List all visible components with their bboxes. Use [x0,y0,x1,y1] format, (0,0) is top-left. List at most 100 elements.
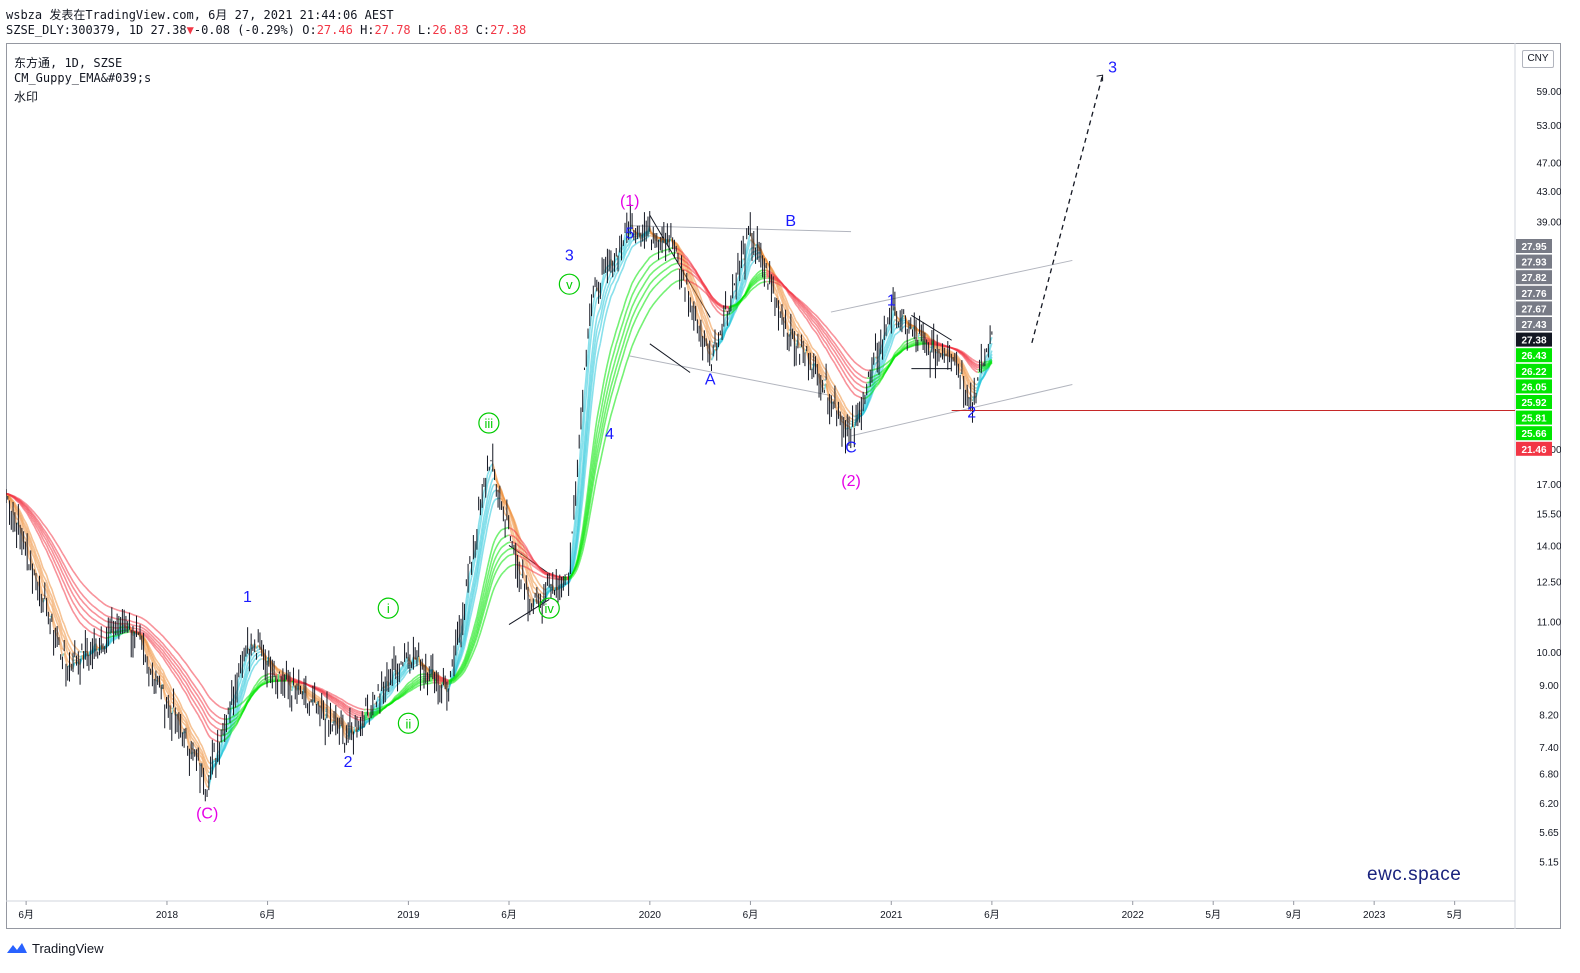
ema-segment [631,245,635,248]
ema-segment [88,630,92,633]
ema-segment [608,375,612,384]
ema-segment [894,350,898,354]
ema-segment [497,531,501,535]
ema-segment [499,538,503,542]
ema-segment [701,320,706,326]
price-chart[interactable]: (C)12iiiiiiivv345(1)ABC(2)123 5.155.656.… [6,43,1561,929]
ema-segment [633,276,637,281]
ema-segment [81,615,85,619]
ema-segment [853,386,857,390]
ema-segment [592,306,596,320]
ema-segment [179,684,184,689]
ema-segment [619,263,623,268]
ema-segment [157,644,160,648]
ema-segment [257,678,261,682]
ema-segment [606,370,610,379]
ema-segment [647,274,651,279]
ema-segment [488,562,492,570]
ema-segment [636,270,640,275]
ema-segment [620,267,624,272]
publisher-line: wsbza 发表在TradingView.com, 6月 27, 2021 21… [6,8,394,22]
ema-segment [213,725,217,729]
ema-segment [629,294,633,301]
ema-segment [54,570,58,576]
ema-segment [633,287,637,293]
ema-segment [68,603,72,609]
ema-segment [707,336,711,341]
ema-segment [596,334,600,344]
ema-segment [490,555,494,563]
ema-segment [171,666,175,670]
ema-segment [982,369,986,372]
ema-segment [181,677,185,681]
ema-segment [204,721,208,726]
ema-segment [405,682,409,686]
ema-segment [596,323,600,331]
ema-segment [834,363,838,368]
ema-segment [830,389,834,393]
ema-segment [195,711,199,716]
ema-segment [636,292,640,297]
ema-segment [416,676,420,680]
open-value: 27.46 [316,23,353,37]
ema-segment [204,714,208,719]
ema-segment [56,567,60,572]
ema-segment [174,671,178,675]
ema-segment [183,723,187,727]
ema-segment [712,305,716,309]
ema-segment [143,630,146,633]
ema-segment [63,575,67,581]
ema-segment [629,282,633,289]
ema-segment [615,271,619,275]
ema-segment [67,600,71,605]
ema-segment [874,382,878,386]
ema-segment [719,313,723,316]
ema-segment [254,663,257,667]
ema-segment [613,274,617,280]
ema-segment [610,356,614,364]
ema-segment [650,271,654,275]
ema-segment [183,690,187,694]
ema-segment [160,654,164,658]
ema-segment [703,307,707,313]
ema-segment [814,326,818,331]
ema-segment [204,781,208,788]
ema-segment [54,599,58,606]
ema-segment [150,636,153,640]
ema-segment [837,362,841,367]
ema-segment [483,536,487,546]
ema-segment [603,372,607,382]
ema-segment [353,728,356,731]
ema-segment [72,602,76,606]
ema-segment [791,312,796,318]
low-label: L: [417,23,433,37]
ema-segment [194,741,198,746]
ema-segment [356,713,360,716]
ema-segment [597,400,602,411]
ema-segment [63,623,67,630]
ema-segment [846,377,850,381]
ema-segment [716,305,720,309]
ema-segment [74,596,78,601]
ema-segment [151,638,155,642]
ema-segment [469,576,473,585]
ema-segment [190,726,194,731]
ema-segment [174,666,178,670]
ema-segment [95,619,99,623]
ema-segment [857,383,860,386]
ema-segment [530,587,535,594]
trend-lines [508,215,1073,625]
ema-segment [636,281,640,286]
ema-segment [210,729,213,733]
ema-segment [665,260,668,264]
ema-segment [651,254,654,257]
ema-segment [756,273,760,277]
ema-segment [194,702,198,707]
ema-segment [501,528,504,531]
ema-segment [35,548,39,554]
ema-segment [99,622,102,625]
ema-segment [178,681,182,685]
ema-segment [813,321,817,325]
ema-segment [656,266,660,270]
ema-segment [596,409,600,420]
